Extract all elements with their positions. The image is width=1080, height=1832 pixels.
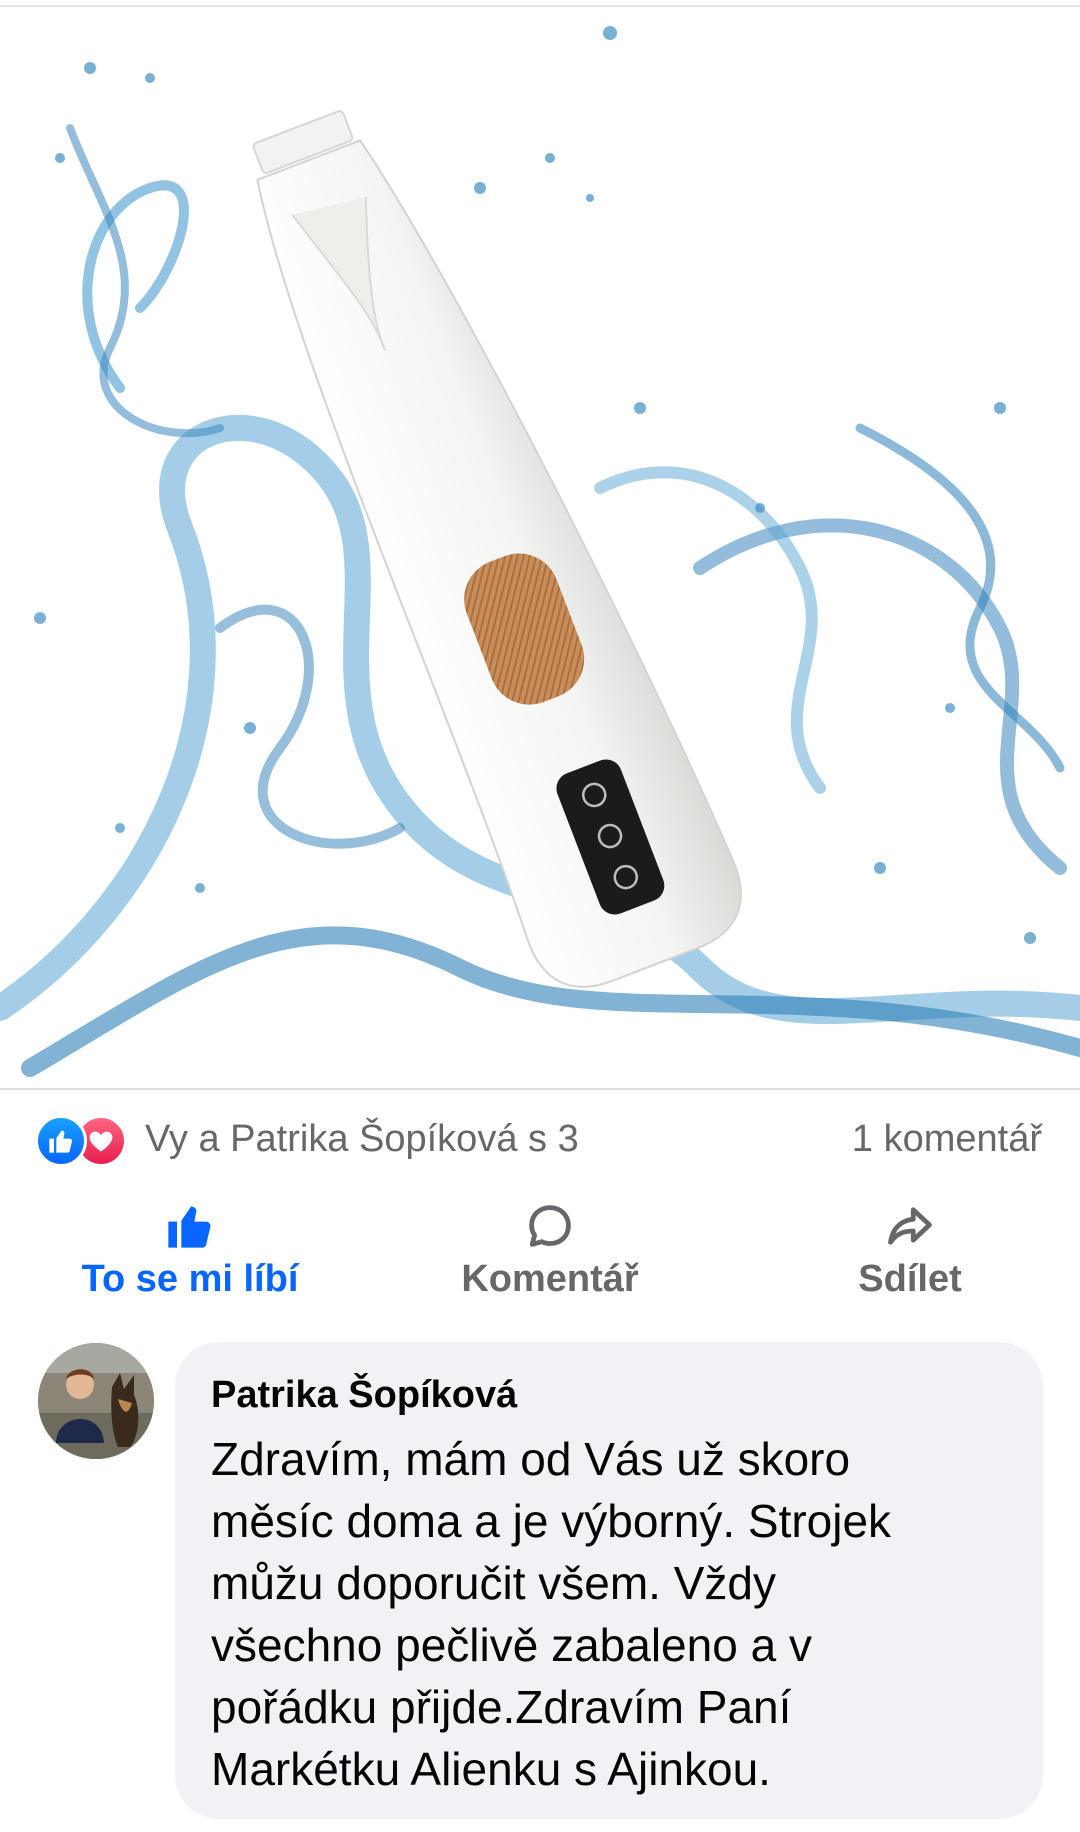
comment-line: měsíc doma a je výborný. Strojek	[211, 1495, 892, 1547]
comment-line: pořádku přijde.Zdravím Paní	[211, 1681, 792, 1733]
comment-text: Zdravím, mám od Vás už skoro měsíc doma …	[211, 1428, 1001, 1800]
like-reaction-icon	[35, 1115, 87, 1167]
comment-count[interactable]: 1 komentář	[852, 1118, 1042, 1161]
comment-button[interactable]: Komentář	[405, 1200, 695, 1310]
comment-bubble[interactable]: Patrika Šopíková Zdravím, mám od Vás už …	[175, 1342, 1043, 1819]
image-divider	[0, 1088, 1080, 1090]
comment-button-label: Komentář	[461, 1258, 639, 1300]
post-actions: To se mi líbí Komentář Sdílet	[0, 1200, 1080, 1310]
avatar[interactable]	[38, 1343, 154, 1459]
reaction-icons[interactable]	[35, 1115, 135, 1167]
post-image[interactable]	[0, 8, 1080, 1090]
comment-author[interactable]: Patrika Šopíková	[211, 1372, 1007, 1418]
reaction-summary[interactable]: Vy a Patrika Šopíková s 3	[145, 1118, 579, 1161]
comment-line: Markétku Alienku s Ajinkou.	[211, 1743, 771, 1795]
comment-line: můžu doporučit všem. Vždy	[211, 1557, 777, 1609]
comment-line: všechno pečlivě zabaleno a v	[211, 1619, 812, 1671]
share-arrow-icon	[765, 1200, 1055, 1256]
comment-icon	[405, 1200, 695, 1256]
top-divider	[0, 5, 1080, 7]
reactions-row: Vy a Patrika Šopíková s 3 1 komentář	[0, 1110, 1080, 1167]
avatar-photo	[38, 1343, 154, 1459]
thumbs-up-icon	[45, 1200, 335, 1256]
like-button-label: To se mi líbí	[81, 1258, 299, 1300]
trimmer-illustration	[0, 26, 1080, 1077]
like-button[interactable]: To se mi líbí	[45, 1200, 335, 1310]
share-button-label: Sdílet	[858, 1258, 962, 1300]
share-button[interactable]: Sdílet	[765, 1200, 1055, 1310]
comment-line: Zdravím, mám od Vás už skoro	[211, 1433, 851, 1485]
